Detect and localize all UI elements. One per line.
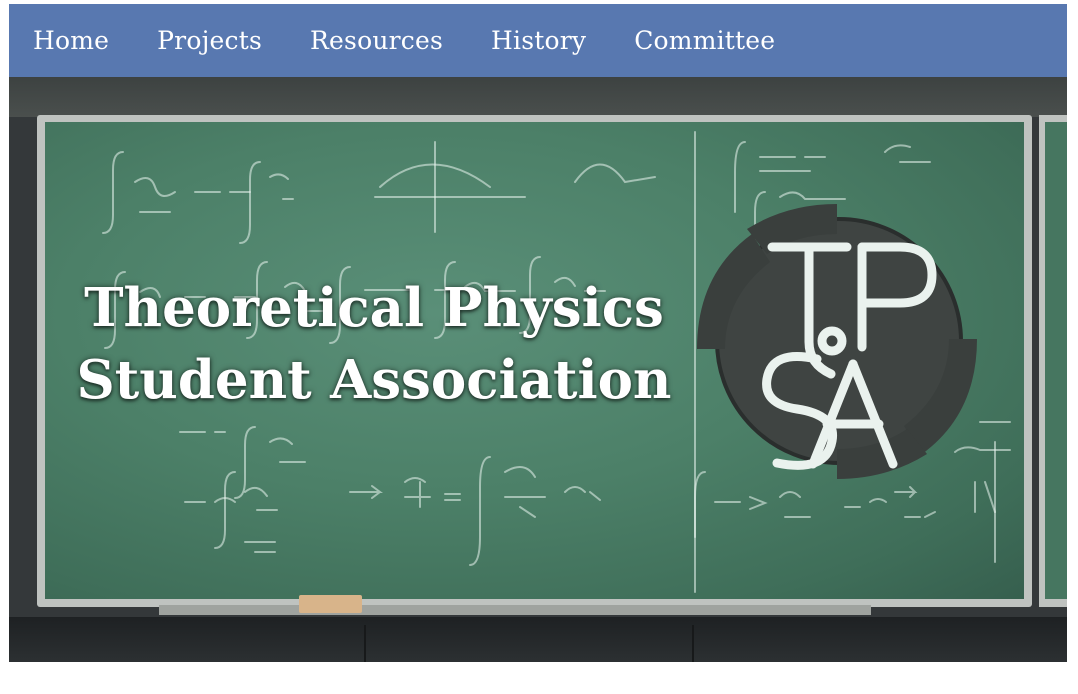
wall-panel-divider <box>364 625 366 662</box>
chalkboard-eraser <box>299 595 362 613</box>
nav-link-resources[interactable]: Resources <box>310 26 443 55</box>
tpsa-logo <box>697 204 977 479</box>
nav-link-history[interactable]: History <box>491 26 586 55</box>
nav-link-home[interactable]: Home <box>33 26 109 55</box>
hero-title-line-1: Theoretical Physics <box>84 277 664 339</box>
hero-banner: Theoretical Physics Student Association <box>9 77 1067 662</box>
lower-wall <box>9 617 1067 662</box>
nav-link-committee[interactable]: Committee <box>634 26 775 55</box>
navbar: Home Projects Resources History Committe… <box>9 4 1067 77</box>
page: Home Projects Resources History Committe… <box>9 4 1067 662</box>
chalkboard-side <box>1045 122 1067 599</box>
wall-background <box>9 77 1067 117</box>
wall-panel-divider <box>692 625 694 662</box>
hero-title: Theoretical Physics Student Association <box>69 272 679 416</box>
chalk-tray <box>159 605 871 615</box>
hero-title-line-2: Student Association <box>76 349 672 411</box>
nav-link-projects[interactable]: Projects <box>157 26 262 55</box>
